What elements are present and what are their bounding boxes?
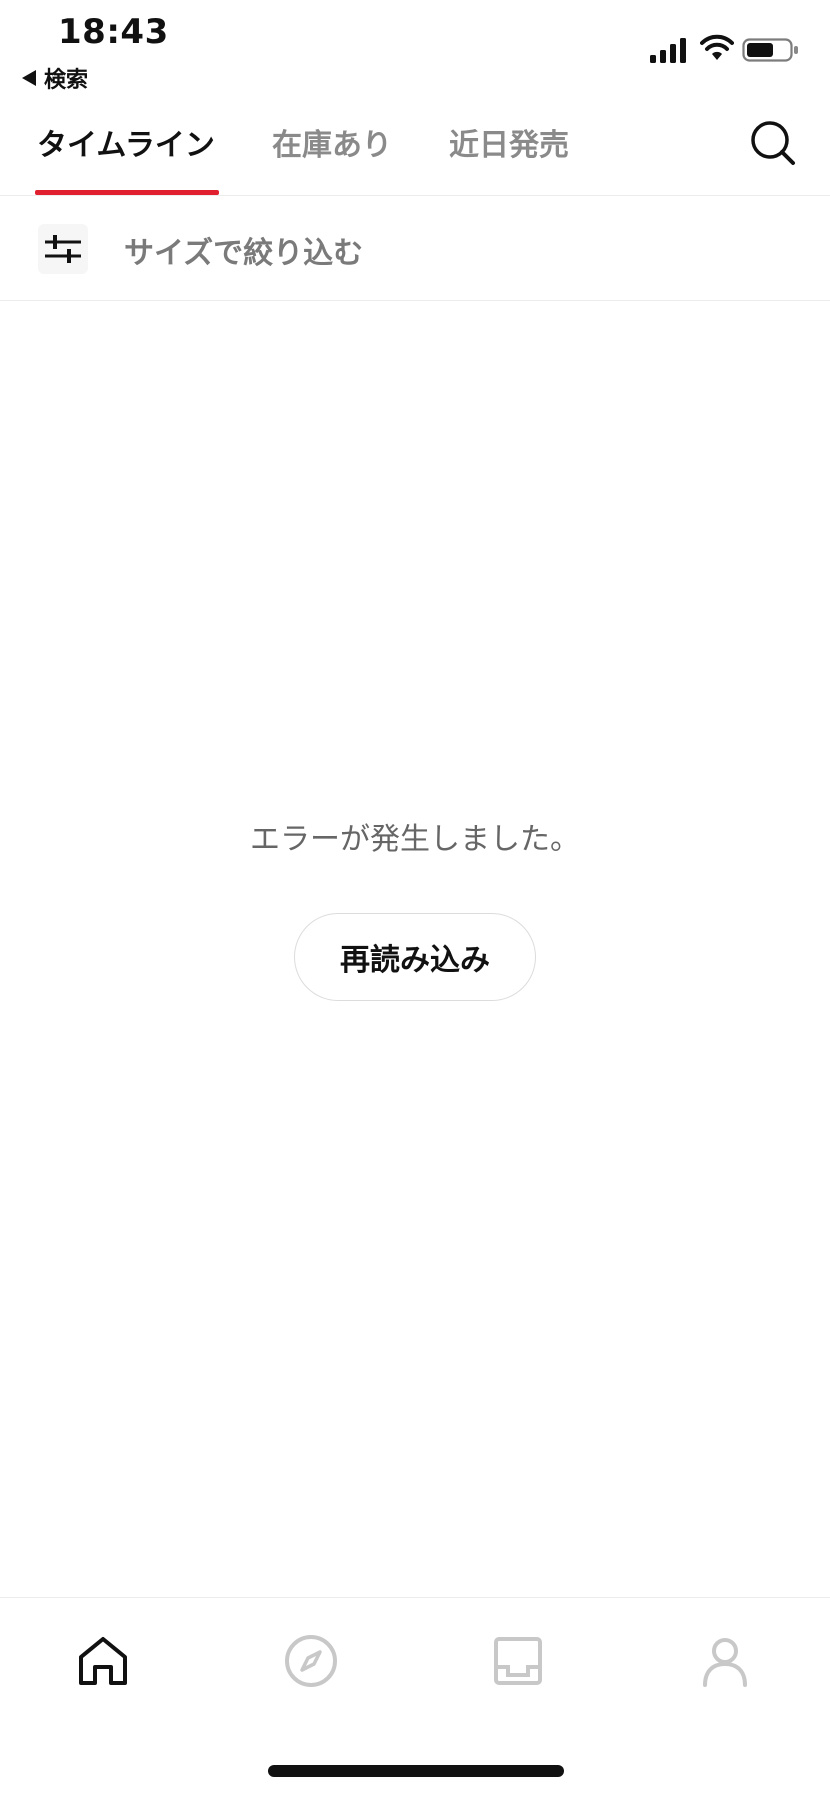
home-indicator[interactable] [268,1765,564,1777]
status-time: 18:43 [58,12,169,52]
tab-in-stock[interactable]: 在庫あり [272,120,392,164]
battery-icon [742,38,798,62]
tab-timeline[interactable]: タイムライン [37,120,215,164]
size-filter-label[interactable]: サイズで絞り込む [124,228,363,272]
filter-button[interactable] [38,224,88,274]
back-to-search-button[interactable]: 検索 [22,62,88,94]
search-icon[interactable] [748,118,798,168]
compass-icon[interactable] [281,1631,341,1691]
signal-icon [650,38,686,63]
home-icon[interactable] [73,1631,133,1691]
tab-divider [0,195,830,196]
error-message: エラーが発生しました。 [250,822,580,857]
back-label: 検索 [44,68,89,93]
tab-bar: タイムライン 在庫あり 近日発売 [0,110,830,196]
inbox-icon[interactable] [488,1631,548,1691]
back-arrow-icon [22,70,36,86]
profile-icon[interactable] [695,1631,755,1691]
sliders-icon [45,235,81,263]
wifi-icon [700,34,734,60]
reload-button[interactable]: 再読み込み [294,913,536,1001]
filter-divider [0,300,830,301]
tab-upcoming[interactable]: 近日発売 [449,120,569,164]
